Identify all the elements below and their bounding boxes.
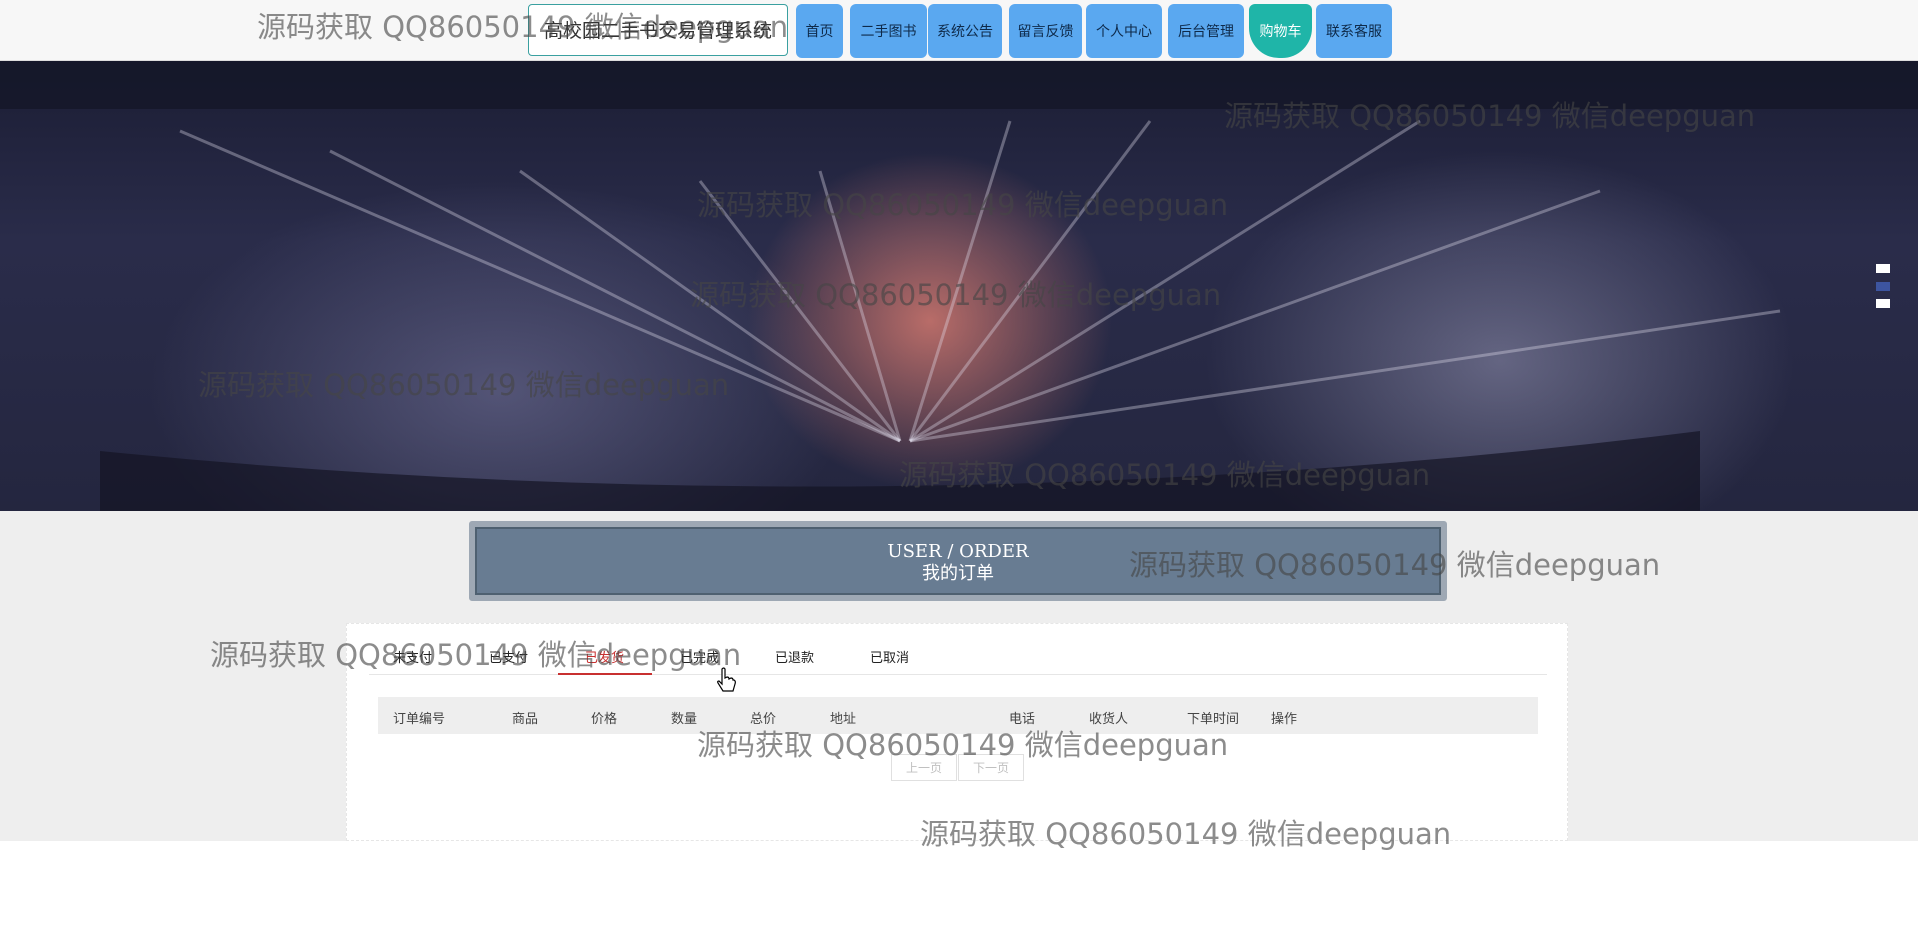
active-tab-underline — [558, 673, 652, 675]
nav-admin[interactable]: 后台管理 — [1168, 4, 1244, 58]
nav-home[interactable]: 首页 — [796, 4, 843, 58]
order-title-cn: 我的订单 — [922, 563, 994, 584]
tab-unpaid[interactable]: 未支付 — [393, 647, 432, 666]
tab-divider — [369, 674, 1547, 675]
tab-paid[interactable]: 已支付 — [489, 647, 528, 666]
site-title[interactable]: 高校园二手书交易管理系统 — [528, 4, 788, 56]
carousel-dot-2[interactable] — [1876, 282, 1890, 291]
tab-completed[interactable]: 已完成 — [680, 647, 719, 666]
prev-page-button[interactable]: 上一页 — [891, 754, 957, 781]
column-address: 地址 — [830, 712, 857, 727]
open-book-image — [100, 119, 1781, 511]
tab-refunded[interactable]: 已退款 — [775, 647, 814, 666]
order-section-header: USER / ORDER 我的订单 — [469, 521, 1447, 601]
tab-shipped[interactable]: 已发货 — [585, 647, 624, 666]
column-total: 总价 — [750, 712, 777, 727]
banner-carousel — [0, 61, 1918, 511]
column-product: 商品 — [512, 712, 539, 727]
tab-cancelled[interactable]: 已取消 — [870, 647, 909, 666]
nav-customer-service[interactable]: 联系客服 — [1316, 4, 1392, 58]
order-title-en: USER / ORDER — [887, 541, 1029, 562]
carousel-dot-1[interactable] — [1876, 264, 1890, 273]
order-table-header — [378, 697, 1538, 734]
column-quantity: 数量 — [671, 712, 698, 727]
column-actions: 操作 — [1271, 712, 1298, 727]
carousel-dot-3[interactable] — [1876, 299, 1890, 308]
column-order-time: 下单时间 — [1187, 712, 1240, 727]
hand-cursor-icon — [717, 667, 736, 692]
next-page-button[interactable]: 下一页 — [958, 754, 1024, 781]
nav-feedback[interactable]: 留言反馈 — [1009, 4, 1082, 58]
column-order-number: 订单编号 — [393, 712, 446, 727]
column-phone: 电话 — [1009, 712, 1036, 727]
column-recipient: 收货人 — [1089, 712, 1129, 727]
nav-announcements[interactable]: 系统公告 — [928, 4, 1002, 58]
nav-used-books[interactable]: 二手图书 — [850, 4, 927, 58]
nav-personal-center[interactable]: 个人中心 — [1086, 4, 1162, 58]
column-price: 价格 — [591, 712, 618, 727]
